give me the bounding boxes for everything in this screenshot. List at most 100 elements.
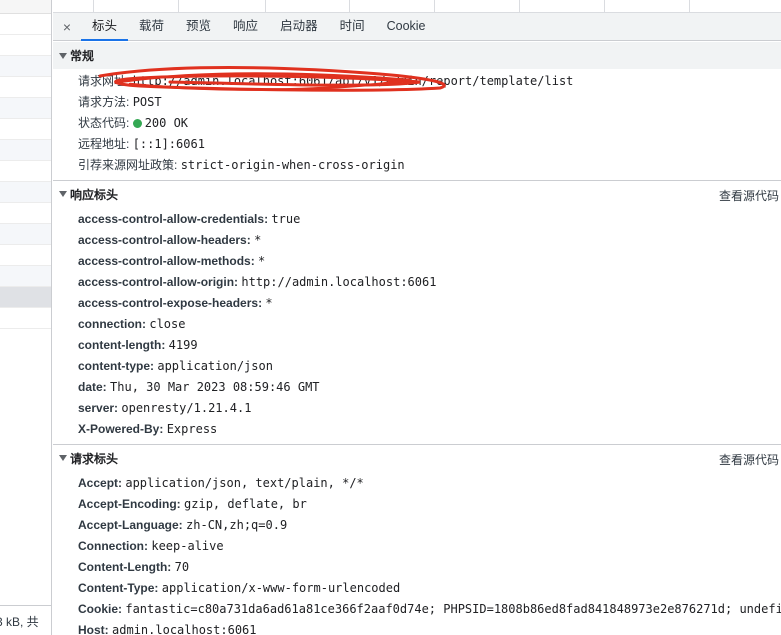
- header-name: access-control-allow-origin:: [78, 275, 239, 289]
- header-name: connection:: [78, 317, 146, 331]
- response-headers-header[interactable]: 响应标头 查看源代码: [53, 181, 781, 207]
- request-list-header: [0, 0, 51, 14]
- request-row[interactable]: [0, 77, 51, 98]
- header-row: access-control-allow-headers: *: [78, 230, 781, 251]
- general-list: 请求网址: http://admin.localhost:6061/api/v1…: [53, 69, 781, 180]
- request-list-panel[interactable]: 3 kB, 共: [0, 0, 52, 635]
- request-summary-text: 3 kB, 共: [0, 615, 39, 629]
- general-section-title: 常规: [70, 49, 95, 63]
- header-row: Content-Length: 70: [78, 557, 781, 578]
- header-value[interactable]: 70: [175, 560, 189, 574]
- request-row[interactable]: [0, 14, 51, 35]
- general-row-remote: 远程地址: [::1]:6061: [78, 134, 781, 155]
- tab-headers[interactable]: 标头: [81, 13, 129, 41]
- header-row: Accept: application/json, text/plain, */…: [78, 473, 781, 494]
- header-name: content-length:: [78, 338, 166, 352]
- general-row-status: 状态代码: 200 OK: [78, 113, 781, 134]
- expand-triangle-icon[interactable]: [59, 455, 67, 461]
- header-name: Content-Length:: [78, 560, 172, 574]
- request-row[interactable]: [0, 56, 51, 77]
- view-source-button[interactable]: 查看源代码: [719, 187, 779, 204]
- tab-preview[interactable]: 预览: [175, 13, 222, 41]
- header-name: X-Powered-By:: [78, 422, 164, 436]
- request-row[interactable]: [0, 98, 51, 119]
- header-row: X-Powered-By: Express: [78, 419, 781, 440]
- status-code-label: 状态代码:: [78, 116, 130, 130]
- response-headers-section: 响应标头 查看源代码 access-control-allow-credenti…: [53, 181, 781, 445]
- header-row: connection: close: [78, 314, 781, 335]
- remote-address-value[interactable]: [::1]:6061: [133, 137, 205, 151]
- tab-payload[interactable]: 载荷: [128, 13, 175, 41]
- general-row-referrer: 引荐来源网址政策: strict-origin-when-cross-origi…: [78, 155, 781, 176]
- expand-triangle-icon[interactable]: [59, 191, 67, 197]
- headers-panel[interactable]: 常规 请求网址: http://admin.localhost:6061/api…: [53, 42, 781, 635]
- tab-initiator[interactable]: 启动器: [269, 13, 329, 41]
- header-name: Host:: [78, 623, 109, 635]
- request-row[interactable]: [0, 203, 51, 224]
- column-divider: [178, 0, 179, 13]
- request-method-label: 请求方法:: [78, 95, 130, 109]
- request-headers-section: 请求标头 查看源代码 Accept: application/json, tex…: [53, 445, 781, 635]
- close-icon[interactable]: ×: [59, 19, 75, 35]
- header-value[interactable]: application/json: [157, 359, 273, 373]
- request-row[interactable]: [0, 161, 51, 182]
- request-summary-footer: 3 kB, 共: [0, 605, 51, 635]
- header-value[interactable]: admin.localhost:6061: [112, 623, 257, 635]
- status-code-value[interactable]: 200 OK: [145, 116, 188, 130]
- request-url-label: 请求网址:: [78, 74, 130, 88]
- header-value[interactable]: application/json, text/plain, */*: [125, 476, 363, 490]
- expand-triangle-icon[interactable]: [59, 52, 67, 59]
- header-name: server:: [78, 401, 119, 415]
- header-value[interactable]: *: [254, 233, 261, 247]
- header-value[interactable]: Thu, 30 Mar 2023 08:59:46 GMT: [110, 380, 320, 394]
- view-source-button[interactable]: 查看源代码: [719, 451, 779, 468]
- request-row[interactable]: [0, 182, 51, 203]
- general-section: 常规 请求网址: http://admin.localhost:6061/api…: [53, 42, 781, 181]
- header-row: Connection: keep-alive: [78, 536, 781, 557]
- header-row: Content-Type: application/x-www-form-url…: [78, 578, 781, 599]
- tab-cookie[interactable]: Cookie: [376, 13, 437, 41]
- header-row: Accept-Encoding: gzip, deflate, br: [78, 494, 781, 515]
- column-divider: [265, 0, 266, 13]
- header-row: access-control-allow-credentials: true: [78, 209, 781, 230]
- request-headers-header[interactable]: 请求标头 查看源代码: [53, 445, 781, 471]
- column-header-strip: [53, 0, 781, 13]
- column-divider: [349, 0, 350, 13]
- request-row[interactable]: [0, 308, 51, 329]
- request-row[interactable]: [0, 224, 51, 245]
- header-value[interactable]: *: [258, 254, 265, 268]
- header-name: Cookie:: [78, 602, 123, 616]
- tab-response[interactable]: 响应: [222, 13, 269, 41]
- header-value[interactable]: application/x-www-form-urlencoded: [162, 581, 400, 595]
- request-row[interactable]: [0, 35, 51, 56]
- request-url-value[interactable]: http://admin.localhost:6061/api/v1/admin…: [133, 74, 574, 88]
- request-method-value[interactable]: POST: [133, 95, 162, 109]
- header-value[interactable]: Express: [167, 422, 218, 436]
- header-value[interactable]: gzip, deflate, br: [184, 497, 307, 511]
- header-value[interactable]: close: [149, 317, 185, 331]
- request-row[interactable]: [0, 140, 51, 161]
- request-row-selected[interactable]: [0, 287, 51, 308]
- request-row[interactable]: [0, 119, 51, 140]
- header-value[interactable]: true: [271, 212, 300, 226]
- header-name: Accept-Encoding:: [78, 497, 181, 511]
- header-name: access-control-allow-credentials:: [78, 212, 269, 226]
- tab-timing[interactable]: 时间: [329, 13, 376, 41]
- header-value[interactable]: zh-CN,zh;q=0.9: [186, 518, 287, 532]
- header-value[interactable]: http://admin.localhost:6061: [241, 275, 436, 289]
- header-value[interactable]: 4199: [169, 338, 198, 352]
- header-value[interactable]: fantastic=c80a731da6ad61a81ce366f2aaf0d7…: [125, 602, 781, 616]
- request-row[interactable]: [0, 266, 51, 287]
- header-value[interactable]: openresty/1.21.4.1: [121, 401, 251, 415]
- column-divider: [519, 0, 520, 13]
- header-value[interactable]: keep-alive: [151, 539, 223, 553]
- header-row: date: Thu, 30 Mar 2023 08:59:46 GMT: [78, 377, 781, 398]
- column-divider: [434, 0, 435, 13]
- referrer-policy-value[interactable]: strict-origin-when-cross-origin: [181, 158, 405, 172]
- header-name: Accept-Language:: [78, 518, 183, 532]
- header-row: access-control-expose-headers: *: [78, 293, 781, 314]
- general-section-header[interactable]: 常规: [53, 42, 781, 69]
- request-row[interactable]: [0, 245, 51, 266]
- header-value[interactable]: *: [265, 296, 272, 310]
- general-row-method: 请求方法: POST: [78, 92, 781, 113]
